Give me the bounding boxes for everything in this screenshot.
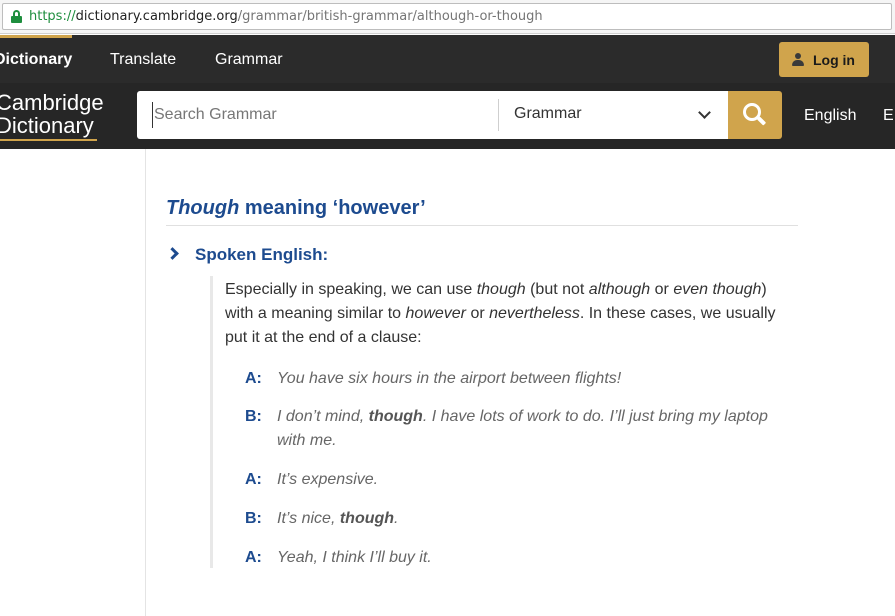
utterance: It’s expensive. (277, 468, 777, 492)
example-block-bar (210, 276, 213, 568)
logo-underline (0, 139, 97, 141)
speaker-label: A: (245, 370, 262, 387)
login-label: Log in (813, 52, 855, 68)
paragraph-italic-term: even though (673, 281, 762, 298)
dictionary-select[interactable]: Grammar (514, 105, 714, 123)
search-input[interactable] (152, 102, 492, 128)
url-host: dictionary.cambridge.org (75, 9, 238, 24)
chevron-right-icon[interactable] (166, 247, 179, 260)
language-selector[interactable]: English (804, 107, 856, 125)
utterance: You have six hours in the airport betwee… (277, 367, 777, 391)
heading-divider (166, 225, 798, 226)
speaker-label: B: (245, 408, 262, 425)
logo-line-2: Dictionary (0, 113, 94, 138)
nav-grammar[interactable]: Grammar (215, 51, 283, 69)
url-path: /grammar/british-grammar/although-or-tho… (237, 9, 543, 24)
speaker-label: A: (245, 471, 262, 488)
utterance-text: You have six hours in the airport betwee… (277, 370, 622, 387)
paragraph-text: (but not (525, 281, 589, 298)
utterance-text: It’s expensive. (277, 471, 379, 488)
heading-keyword: Though (166, 197, 240, 219)
utterance-text: Yeah, I think I’ll buy it. (277, 549, 432, 566)
utterance-text: It’s nice, (277, 510, 340, 527)
heading-text: meaning ‘however’ (239, 197, 426, 219)
emphasized-keyword: though (339, 510, 395, 527)
url-scheme: https:// (29, 9, 76, 24)
nav-dictionary[interactable]: Dictionary (0, 51, 72, 69)
utterance-text: . (394, 510, 399, 527)
user-icon (792, 53, 804, 66)
speaker-label: B: (245, 510, 262, 527)
section-heading: Though meaning ‘however’ (166, 197, 426, 220)
paragraph-text: or (650, 281, 674, 298)
utterance: Yeah, I think I’ll buy it. (277, 546, 777, 570)
search-icon (743, 103, 767, 127)
speaker-label: A: (245, 549, 262, 566)
content-left-rule (145, 149, 146, 616)
paragraph-italic-term: however (405, 305, 466, 322)
paragraph-italic-term: nevertheless (489, 305, 580, 322)
paragraph-italic-term: though (476, 281, 526, 298)
search-button[interactable] (728, 91, 782, 139)
active-tab-indicator (0, 35, 72, 38)
lock-icon (11, 10, 22, 23)
explanation-paragraph: Especially in speaking, we can use thoug… (225, 278, 790, 350)
site-header: Cambridge Dictionary Grammar English E (0, 83, 895, 149)
browser-address-bar: https://dictionary.cambridge.org/grammar… (0, 0, 895, 34)
paragraph-italic-term: although (588, 281, 651, 298)
language-selector-2[interactable]: E (883, 107, 894, 125)
utterance-text: I don’t mind, (277, 408, 369, 425)
nav-translate[interactable]: Translate (110, 51, 176, 69)
utterance: I don’t mind, though. I have lots of wor… (277, 405, 777, 453)
search-divider (498, 99, 499, 131)
emphasized-keyword: though (368, 408, 423, 425)
top-navigation: Dictionary Translate Grammar Log in (0, 35, 895, 83)
subsection-heading[interactable]: Spoken English: (195, 245, 328, 265)
paragraph-text: Especially in speaking, we can use (225, 281, 477, 298)
search-box: Grammar (137, 91, 728, 139)
utterance: It’s nice, though. (277, 507, 777, 531)
logo-line-1: Cambridge (0, 90, 104, 115)
paragraph-text: or (466, 305, 490, 322)
url-field[interactable]: https://dictionary.cambridge.org/grammar… (2, 3, 892, 30)
login-button[interactable]: Log in (779, 42, 869, 77)
url-text[interactable]: https://dictionary.cambridge.org/grammar… (29, 9, 543, 24)
cambridge-dictionary-logo[interactable]: Cambridge Dictionary (0, 91, 104, 137)
